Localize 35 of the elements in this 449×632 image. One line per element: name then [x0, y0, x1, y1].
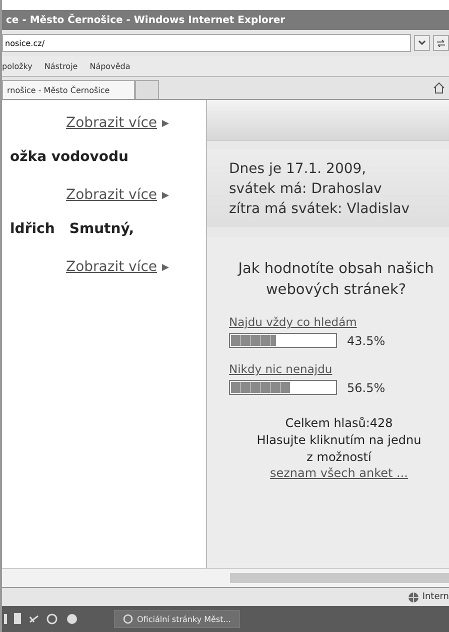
poll-option-link[interactable]: Najdu vždy co hledám [229, 315, 449, 329]
browser-tab[interactable]: rnošice - Město Černošice [2, 80, 135, 99]
article-heading: ožka vodovodu [10, 149, 130, 165]
show-more-link[interactable]: Zobrazit více [66, 115, 158, 131]
article-heading: ldřich Smutný, [10, 221, 136, 237]
browser-icon [123, 614, 133, 624]
menu-item[interactable]: položky [2, 62, 32, 70]
menu-item[interactable]: Nástroje [44, 62, 78, 70]
scrollbar-thumb[interactable] [230, 573, 449, 583]
date-text: zítra má svátek: Vladislav [229, 200, 411, 219]
poll-question: Jak hodnotíte obsah našich webových stránek? [236, 260, 435, 300]
date-text: svátek má: Drahoslav [229, 180, 383, 199]
status-zone: Intern [408, 592, 449, 602]
refresh-button[interactable] [433, 35, 449, 51]
menu-item[interactable]: Nápověda [90, 62, 130, 70]
window-title: ce - Město Černošice - Windows Internet Explorer [6, 14, 286, 26]
taskbar-button[interactable]: Oficiální stránky Měst... [114, 610, 240, 628]
address-field[interactable]: nosice.cz/ [2, 34, 411, 52]
poll-option-link[interactable]: Nikdy nic nenajdu [229, 362, 449, 376]
result-percent: 43.5% [347, 334, 386, 348]
arrow-icon [162, 264, 170, 270]
refresh-arrows-icon [436, 39, 446, 47]
home-icon[interactable] [433, 82, 445, 94]
arrow-icon [162, 120, 170, 126]
date-text: Dnes je 17.1. 2009, [229, 160, 368, 179]
globe-icon [408, 592, 420, 602]
all-polls-link[interactable]: seznam všech anket ... [270, 466, 408, 480]
vote-hint: Hlasujte kliknutím na jednu z možností [256, 432, 422, 466]
caret-icon [418, 40, 426, 46]
show-more-link[interactable]: Zobrazit více [66, 259, 158, 275]
dropdown-button[interactable] [414, 35, 430, 51]
result-percent: 56.5% [347, 380, 386, 394]
vote-total: Celkem hlasů:428 [284, 415, 394, 432]
show-more-link[interactable]: Zobrazit více [66, 187, 158, 203]
arrow-icon [162, 192, 170, 198]
